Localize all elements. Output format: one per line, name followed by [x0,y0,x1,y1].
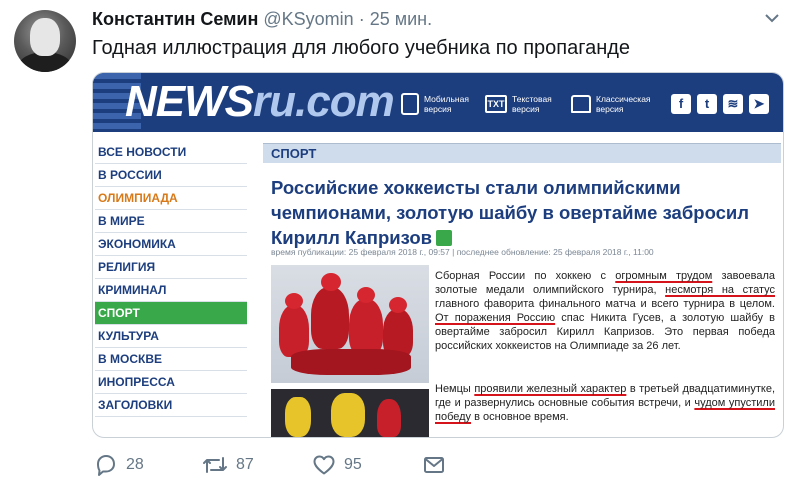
nav-text-version: TXT Текстовая версия [485,92,564,116]
tweet-text: Годная иллюстрация для любого учебника п… [92,37,631,59]
attached-image[interactable]: NEWSru.com Мобильная версия TXT Текстова… [92,72,784,438]
menu-item-olympics: ОЛИМПИАДА [95,187,247,210]
heart-icon [313,455,335,475]
share-icon [436,230,453,246]
article-headline: Российские хоккеисты стали олимпийскими … [271,177,750,248]
menu-item-world: В МИРЕ [95,210,247,233]
nav-classic-version: Классическая версия [571,92,651,116]
author-handle[interactable]: @KSyomin [263,9,353,29]
underlined-phrase: От поражения Россию [435,312,556,324]
site-logo: NEWSru.com [125,77,395,126]
avatar[interactable] [14,10,76,72]
menu-item-headlines: ЗАГОЛОВКИ [95,394,247,417]
print-icon [571,95,591,113]
hockey-game-photo [271,389,429,437]
chevron-down-icon[interactable] [764,10,780,26]
tweet-timestamp[interactable]: 25 мин. [370,9,432,29]
rss-icon: ≋ [723,94,743,114]
menu-item-moscow: В МОСКВЕ [95,348,247,371]
nav-mobile-version: Мобильная версия [401,92,476,116]
retweet-count: 87 [236,456,254,473]
article-paragraph-2: Немцы проявили железный характер в треть… [435,383,776,423]
mobile-phone-icon [401,93,419,115]
tweet-header: Константин Семин @KSyomin · 25 мин. [92,9,432,30]
menu-item-all-news: ВСЕ НОВОСТИ [95,141,247,164]
section-title: СПОРТ [263,143,781,163]
menu-item-economy: ЭКОНОМИКА [95,233,247,256]
separator-dot: · [358,9,365,29]
site-banner: NEWSru.com Мобильная версия TXT Текстова… [93,73,783,132]
txt-document-icon: TXT [485,95,507,113]
article-paragraph-1: Сборная России по хоккею с огромным труд… [435,270,775,352]
reply-icon [97,455,115,476]
retweet-icon [203,457,227,473]
like-button[interactable]: 95 [312,452,362,478]
menu-item-sport: СПОРТ [95,302,247,325]
underlined-phrase: огромным трудом [615,270,713,282]
reply-count: 28 [126,456,144,473]
like-count: 95 [344,456,362,473]
publication-meta: время публикации: 25 февраля 2018 г., 09… [271,247,654,257]
menu-item-inopressa: ИНОПРЕССА [95,371,247,394]
twitter-icon: t [697,94,717,114]
underlined-phrase: проявили железный характер [474,383,627,395]
hockey-celebration-photo [271,265,429,383]
menu-item-culture: КУЛЬТУРА [95,325,247,348]
menu-item-russia: В РОССИИ [95,164,247,187]
menu-item-crime: КРИМИНАЛ [95,279,247,302]
telegram-icon: ➤ [749,94,769,114]
facebook-icon: f [671,94,691,114]
retweet-button[interactable]: 87 [202,452,254,478]
underlined-phrase: несмотря на статус [665,284,775,296]
tweet-actions: 28 87 95 [92,452,472,478]
menu-item-religion: РЕЛИГИЯ [95,256,247,279]
site-menu: ВСЕ НОВОСТИ В РОССИИ ОЛИМПИАДА В МИРЕ ЭК… [95,141,247,417]
author-name[interactable]: Константин Семин [92,9,258,29]
direct-message-button[interactable] [422,452,446,478]
envelope-icon [424,457,444,473]
reply-button[interactable]: 28 [94,452,144,478]
